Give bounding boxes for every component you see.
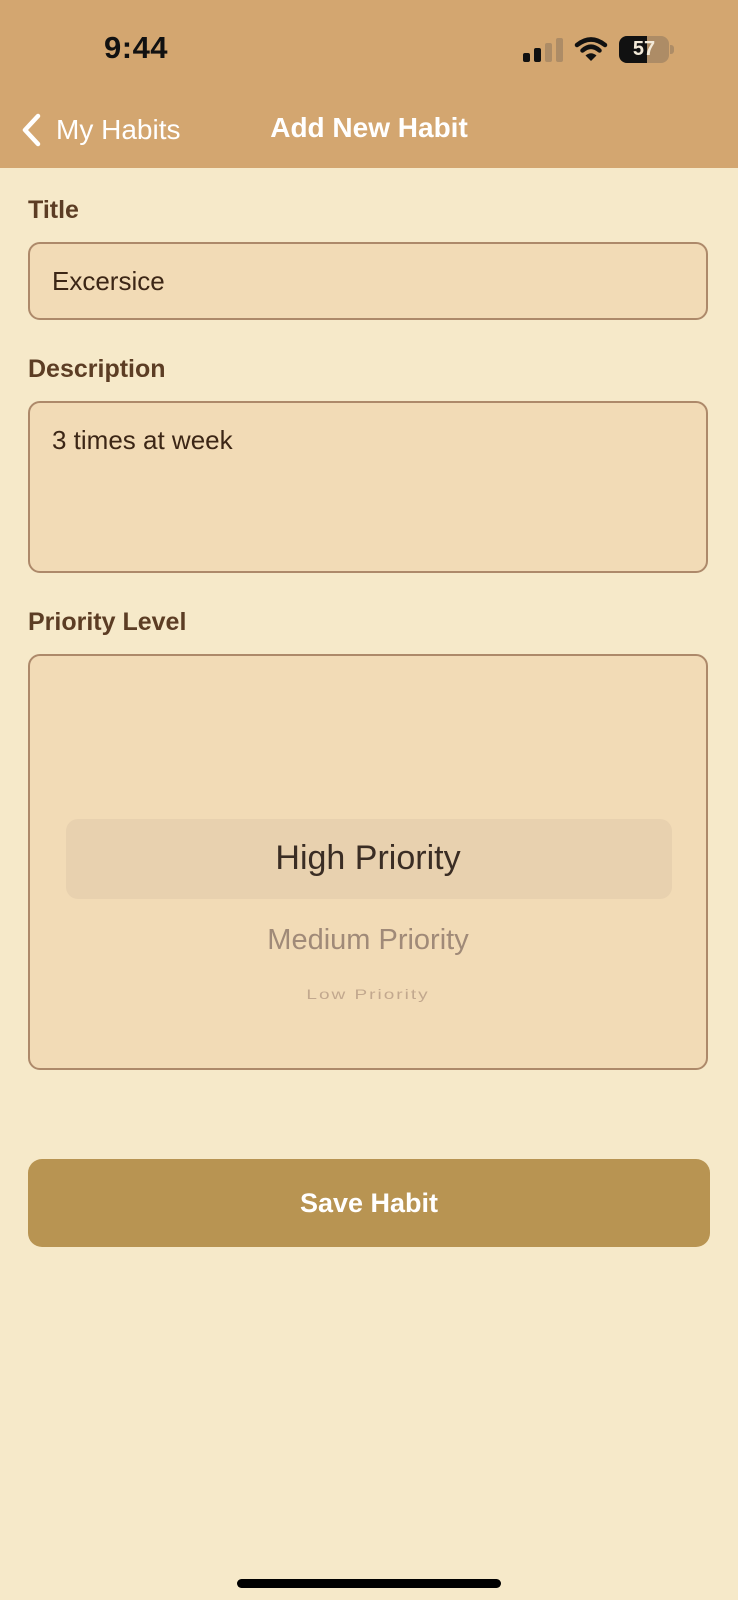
description-textarea-value: 3 times at week [52,425,233,455]
priority-level-label: Priority Level [28,608,187,636]
title-label: Title [28,196,79,224]
home-indicator[interactable] [237,1579,501,1588]
description-label: Description [28,355,166,383]
cellular-signal-icon [523,38,563,62]
signal-bar-3 [545,43,552,62]
status-time: 9:44 [104,30,169,65]
battery-cap [670,45,674,54]
wifi-icon [574,36,608,62]
priority-option-high[interactable]: High Priority [30,839,706,878]
page-title: Add New Habit [270,112,468,143]
signal-bar-4 [556,38,563,62]
description-textarea[interactable]: 3 times at week [28,401,708,573]
save-habit-button[interactable]: Save Habit [28,1159,710,1247]
title-input[interactable]: Excersice [28,242,708,320]
priority-option-low[interactable]: Low Priority [30,987,706,1004]
navigation-header: 9:44 57 My Habits Add New Habit [0,0,738,168]
title-input-value: Excersice [52,266,165,296]
signal-bar-1 [523,53,530,62]
signal-bar-2 [534,48,541,62]
priority-picker[interactable]: High Priority Medium Priority Low Priori… [28,654,708,1070]
priority-option-medium[interactable]: Medium Priority [30,924,706,957]
battery-level: 57 [632,38,656,60]
battery-icon: 57 [619,36,674,63]
